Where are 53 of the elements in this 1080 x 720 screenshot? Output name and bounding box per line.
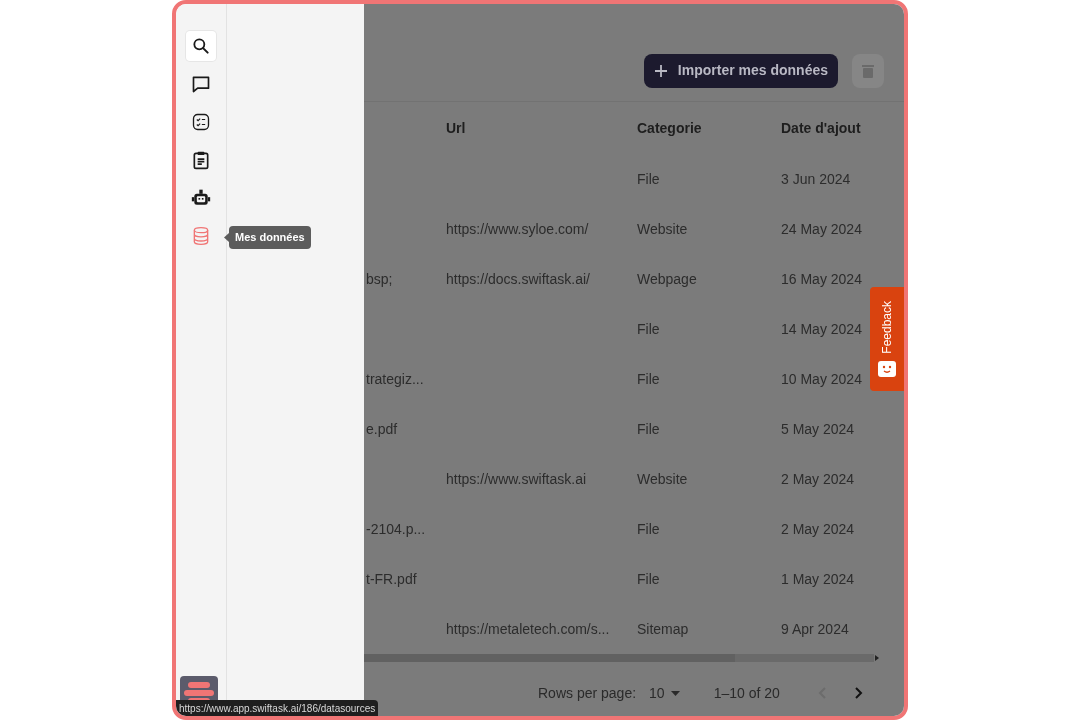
table-cell: File: [637, 170, 660, 187]
table-cell: 9 Apr 2024: [781, 620, 849, 637]
page-range: 1–10 of 20: [713, 683, 780, 703]
feedback-tab[interactable]: Feedback: [870, 287, 904, 391]
table-cell: Website: [637, 220, 688, 237]
table-cell: 2 May 2024: [781, 470, 855, 487]
column-header: Categorie: [637, 119, 702, 136]
chevron-right-icon: [854, 687, 863, 699]
dropdown-caret-icon: [670, 690, 680, 696]
clipboard-icon: [191, 150, 211, 170]
table-cell: Webpage: [637, 270, 697, 287]
table-cell: t-FR.pdf: [366, 570, 417, 587]
table-cell: 14 May 2024: [781, 320, 862, 337]
table-cell: 5 May 2024: [781, 420, 855, 437]
table-cell: e.pdf: [366, 420, 398, 437]
column-header: Date d'ajout: [781, 119, 861, 136]
table-cell: https://metaletech.com/s...: [446, 620, 610, 637]
table-cell: 24 May 2024: [781, 220, 862, 237]
table-cell: 10 May 2024: [781, 370, 862, 387]
plus-icon: [653, 63, 668, 78]
tooltip: Mes données: [229, 226, 311, 249]
database-icon: [191, 226, 211, 246]
table-cell: File: [637, 420, 660, 437]
smiley-icon: [878, 361, 896, 378]
import-button[interactable]: Importer mes données: [643, 53, 838, 88]
table-cell: File: [637, 320, 660, 337]
table-cell: File: [637, 570, 660, 587]
table-cell: 2 May 2024: [781, 520, 855, 537]
table-cell: File: [637, 520, 660, 537]
scrollbar[interactable]: [364, 654, 874, 662]
table-cell: 1 May 2024: [781, 570, 855, 587]
table-cell: -2104.p...: [366, 520, 426, 537]
chat-bubble-icon: [191, 74, 211, 94]
table-cell: bsp;: [366, 270, 393, 287]
table-cell: File: [637, 370, 660, 387]
tooltip-arrow-icon: [224, 233, 229, 242]
checklist-icon: [191, 112, 211, 132]
sidebar-item[interactable]: [186, 31, 216, 61]
table-cell: https://www.swiftask.ai: [446, 470, 587, 487]
robot-icon: [191, 188, 211, 208]
table-cell: https://docs.swiftask.ai/: [446, 270, 590, 287]
rows-per-page-label: Rows per page:: [538, 683, 637, 703]
table-cell: trategiz...: [366, 370, 424, 387]
table-cell: Website: [637, 470, 688, 487]
table-cell: https://www.syloe.com/: [446, 220, 589, 237]
column-header: Url: [446, 119, 466, 136]
search-icon: [191, 36, 211, 56]
rows-per-page-select[interactable]: 10: [649, 682, 680, 704]
table-cell: 16 May 2024: [781, 270, 862, 287]
status-url: https://www.app.swiftask.ai/186/datasources: [176, 700, 379, 716]
table-cell: Sitemap: [637, 620, 689, 637]
table-cell: 3 Jun 2024: [781, 170, 851, 187]
trash-icon: [862, 63, 874, 78]
